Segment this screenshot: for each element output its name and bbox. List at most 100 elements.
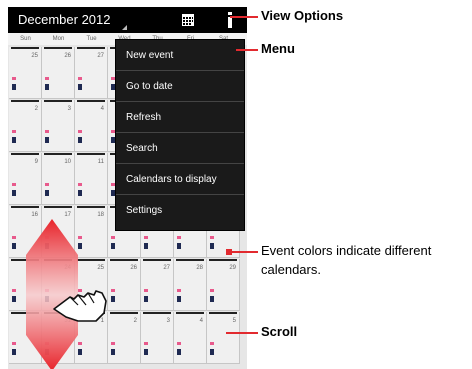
callout-line-view-options <box>230 16 258 18</box>
cell-top-rule <box>77 47 105 49</box>
menu-item-settings[interactable]: Settings <box>116 195 244 226</box>
day-number: 25 <box>97 265 104 271</box>
event-marker-navy <box>12 84 16 90</box>
cell-top-rule <box>176 312 204 314</box>
day-cell[interactable]: 27 <box>141 259 174 311</box>
day-number: 11 <box>97 159 104 165</box>
cell-top-rule <box>110 259 138 261</box>
day-cell[interactable]: 10 <box>42 153 75 205</box>
callout-event-colors: Event colors indicate different calendar… <box>261 243 432 277</box>
event-marker-pink <box>45 183 49 186</box>
calendar-icon[interactable] <box>180 12 196 28</box>
event-marker-navy <box>210 349 214 355</box>
day-number: 26 <box>64 53 71 59</box>
day-number: 9 <box>34 159 38 165</box>
day-cell[interactable]: 4 <box>75 100 108 152</box>
day-cell[interactable]: 3 <box>141 312 174 364</box>
event-marker-navy <box>45 84 49 90</box>
cell-top-rule <box>77 100 105 102</box>
event-marker-navy <box>177 243 181 249</box>
day-number: 3 <box>67 106 71 112</box>
event-marker-navy <box>78 190 82 196</box>
event-marker-pink <box>78 130 82 133</box>
event-marker-pink <box>78 183 82 186</box>
event-marker-navy <box>177 349 181 355</box>
callout-line-scroll <box>226 332 258 334</box>
cell-top-rule <box>77 259 105 261</box>
menu-item-go-to-date[interactable]: Go to date <box>116 71 244 102</box>
event-marker-pink <box>177 289 181 292</box>
swipe-hand-icon <box>53 290 107 322</box>
event-marker-pink <box>12 183 16 186</box>
cell-top-rule <box>77 153 105 155</box>
callout-view-options: View Options <box>261 8 344 23</box>
event-marker-pink <box>45 130 49 133</box>
day-number: 2 <box>34 106 38 112</box>
day-cell[interactable]: 27 <box>75 47 108 99</box>
day-cell[interactable]: 18 <box>75 206 108 258</box>
cell-top-rule <box>44 206 72 208</box>
event-marker-navy <box>78 349 82 355</box>
day-name-tue: Tue <box>86 36 97 42</box>
cell-top-rule <box>11 206 39 208</box>
day-name-sun: Sun <box>20 36 31 42</box>
callout-line-event-colors <box>231 251 258 253</box>
event-marker-pink <box>45 77 49 80</box>
day-number: 4 <box>199 318 203 324</box>
calendar-screen: December 2012 SunMonTueWedThuFriSat 2526… <box>8 7 247 369</box>
event-marker-navy <box>12 349 16 355</box>
day-number: 28 <box>196 265 203 271</box>
day-cell[interactable]: 26 <box>108 259 141 311</box>
day-number: 27 <box>97 53 104 59</box>
event-marker-navy <box>12 190 16 196</box>
event-marker-pink <box>12 130 16 133</box>
cell-top-rule <box>143 312 171 314</box>
cell-top-rule <box>44 153 72 155</box>
menu-item-refresh[interactable]: Refresh <box>116 102 244 133</box>
event-marker-pink <box>177 342 181 345</box>
day-cell[interactable]: 5 <box>207 312 240 364</box>
event-marker-navy <box>78 243 82 249</box>
cell-top-rule <box>77 206 105 208</box>
event-marker-pink <box>177 236 181 239</box>
day-number: 4 <box>100 106 104 112</box>
day-cell[interactable]: 28 <box>174 259 207 311</box>
month-selector[interactable]: December 2012 <box>12 7 130 33</box>
day-number: 29 <box>229 265 236 271</box>
day-cell[interactable]: 3 <box>42 100 75 152</box>
event-marker-navy <box>210 243 214 249</box>
day-cell[interactable]: 2 <box>108 312 141 364</box>
day-cell[interactable]: 25 <box>9 47 42 99</box>
menu-item-new-event[interactable]: New event <box>116 40 244 71</box>
menu-item-calendars-to-display[interactable]: Calendars to display <box>116 164 244 195</box>
event-marker-navy <box>210 296 214 302</box>
event-marker-pink <box>78 77 82 80</box>
event-marker-pink <box>78 236 82 239</box>
event-marker-pink <box>12 236 16 239</box>
day-cell[interactable]: 4 <box>174 312 207 364</box>
day-cell[interactable]: 9 <box>9 153 42 205</box>
day-cell[interactable]: 29 <box>207 259 240 311</box>
event-marker-pink <box>12 289 16 292</box>
event-marker-pink <box>111 236 115 239</box>
event-marker-pink <box>144 289 148 292</box>
day-cell[interactable]: 11 <box>75 153 108 205</box>
event-marker-navy <box>12 137 16 143</box>
day-number: 17 <box>64 212 71 218</box>
event-marker-pink <box>12 77 16 80</box>
menu-item-search[interactable]: Search <box>116 133 244 164</box>
event-marker-navy <box>12 243 16 249</box>
event-marker-pink <box>210 236 214 239</box>
overflow-menu-icon[interactable] <box>226 11 234 29</box>
day-name-mon: Mon <box>52 36 65 42</box>
event-marker-pink <box>144 342 148 345</box>
cell-top-rule <box>44 100 72 102</box>
day-number: 26 <box>130 265 137 271</box>
event-marker-navy <box>111 349 115 355</box>
event-marker-navy <box>144 243 148 249</box>
day-number: 10 <box>64 159 71 165</box>
callout-scroll: Scroll <box>261 324 298 339</box>
callout-line-menu <box>236 49 258 51</box>
day-cell[interactable]: 2 <box>9 100 42 152</box>
day-cell[interactable]: 26 <box>42 47 75 99</box>
